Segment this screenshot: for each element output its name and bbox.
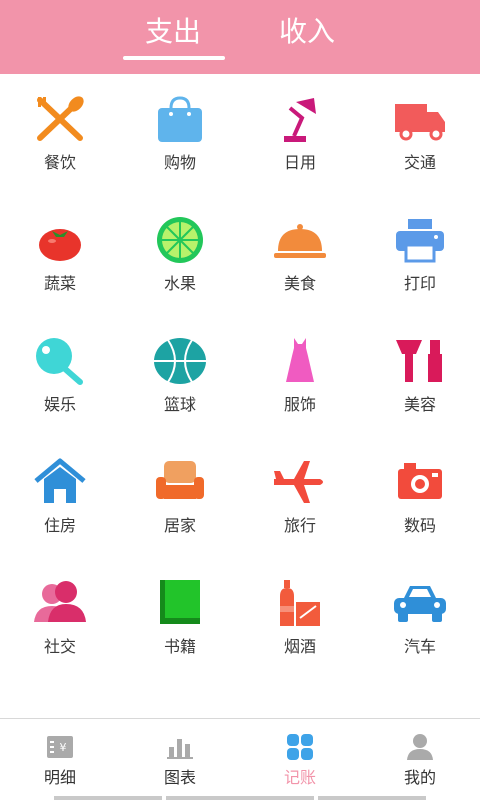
nav-details[interactable]: ¥ 明细 bbox=[0, 719, 120, 800]
category-label: 服饰 bbox=[283, 395, 316, 414]
category-label: 美容 bbox=[403, 395, 436, 414]
lime-icon bbox=[152, 215, 208, 265]
nav-profile[interactable]: 我的 bbox=[360, 719, 480, 800]
bottle-icon bbox=[272, 578, 328, 628]
nav-charts[interactable]: 图表 bbox=[120, 719, 240, 800]
active-tab-indicator bbox=[123, 56, 225, 60]
category-label: 日用 bbox=[283, 153, 316, 172]
nav-bottom-edge bbox=[166, 796, 314, 800]
category-label: 居家 bbox=[163, 516, 196, 535]
category-label: 交通 bbox=[403, 153, 436, 172]
category-entertainment[interactable]: 娱乐 bbox=[0, 316, 120, 437]
category-fruit[interactable]: 水果 bbox=[120, 195, 240, 316]
bill-icon: ¥ bbox=[45, 733, 75, 761]
category-label: 美食 bbox=[283, 274, 316, 293]
people-icon bbox=[32, 578, 88, 628]
category-grid: 餐饮 购物 日用 交通 蔬菜 水果 美食 打印 娱乐 篮球 服饰 美容 住房 居… bbox=[0, 74, 480, 719]
tab-income[interactable]: 收入 bbox=[247, 12, 367, 52]
category-car[interactable]: 汽车 bbox=[360, 558, 480, 679]
category-label: 购物 bbox=[163, 153, 196, 172]
truck-icon bbox=[392, 94, 448, 144]
category-label: 旅行 bbox=[283, 516, 316, 535]
nav-bottom-edge bbox=[54, 796, 162, 800]
ping-pong-icon bbox=[32, 336, 88, 386]
category-label: 餐饮 bbox=[43, 153, 76, 172]
category-label: 住房 bbox=[43, 516, 76, 535]
nav-label: 图表 bbox=[163, 768, 196, 787]
category-home[interactable]: 居家 bbox=[120, 437, 240, 558]
category-books[interactable]: 书籍 bbox=[120, 558, 240, 679]
category-shopping[interactable]: 购物 bbox=[120, 74, 240, 195]
category-transport[interactable]: 交通 bbox=[360, 74, 480, 195]
category-label: 汽车 bbox=[403, 637, 436, 656]
category-label: 打印 bbox=[403, 274, 436, 293]
makeup-icon bbox=[392, 336, 448, 386]
category-label: 烟酒 bbox=[283, 637, 316, 656]
printer-icon bbox=[392, 215, 448, 265]
category-cuisine[interactable]: 美食 bbox=[240, 195, 360, 316]
category-tobacco-alcohol[interactable]: 烟酒 bbox=[240, 558, 360, 679]
category-clothing[interactable]: 服饰 bbox=[240, 316, 360, 437]
shopping-bag-icon bbox=[152, 94, 208, 144]
category-label: 娱乐 bbox=[43, 395, 76, 414]
category-label: 篮球 bbox=[163, 395, 196, 414]
sofa-icon bbox=[152, 457, 208, 507]
nav-bottom-edge bbox=[318, 796, 426, 800]
fork-knife-icon bbox=[32, 94, 88, 144]
category-housing[interactable]: 住房 bbox=[0, 437, 120, 558]
basketball-icon bbox=[152, 336, 208, 386]
category-social[interactable]: 社交 bbox=[0, 558, 120, 679]
nav-label: 明细 bbox=[43, 768, 76, 787]
tomato-icon bbox=[32, 215, 88, 265]
category-printing[interactable]: 打印 bbox=[360, 195, 480, 316]
category-label: 蔬菜 bbox=[43, 274, 76, 293]
category-basketball[interactable]: 篮球 bbox=[120, 316, 240, 437]
airplane-icon bbox=[272, 457, 328, 507]
bottom-navigation: ¥ 明细 图表 记账 我的 bbox=[0, 719, 480, 800]
bar-chart-icon bbox=[165, 733, 195, 761]
nav-record[interactable]: 记账 bbox=[240, 719, 360, 800]
header-bar: 支出 收入 bbox=[0, 0, 480, 74]
food-cloche-icon bbox=[272, 215, 328, 265]
nav-label: 记账 bbox=[283, 768, 316, 787]
user-icon bbox=[405, 733, 435, 761]
category-label: 书籍 bbox=[163, 637, 196, 656]
book-icon bbox=[152, 578, 208, 628]
tab-expense[interactable]: 支出 bbox=[113, 12, 233, 52]
camera-icon bbox=[392, 457, 448, 507]
car-icon bbox=[392, 578, 448, 628]
grid-four-icon bbox=[285, 733, 315, 761]
category-beauty[interactable]: 美容 bbox=[360, 316, 480, 437]
category-daily-use[interactable]: 日用 bbox=[240, 74, 360, 195]
category-travel[interactable]: 旅行 bbox=[240, 437, 360, 558]
category-vegetables[interactable]: 蔬菜 bbox=[0, 195, 120, 316]
nav-label: 我的 bbox=[403, 768, 436, 787]
category-digital[interactable]: 数码 bbox=[360, 437, 480, 558]
house-icon bbox=[32, 457, 88, 507]
svg-text:¥: ¥ bbox=[60, 741, 67, 754]
category-label: 社交 bbox=[43, 637, 76, 656]
category-label: 数码 bbox=[403, 516, 436, 535]
category-label: 水果 bbox=[163, 274, 196, 293]
desk-lamp-icon bbox=[272, 94, 328, 144]
category-dining[interactable]: 餐饮 bbox=[0, 74, 120, 195]
dress-icon bbox=[272, 336, 328, 386]
